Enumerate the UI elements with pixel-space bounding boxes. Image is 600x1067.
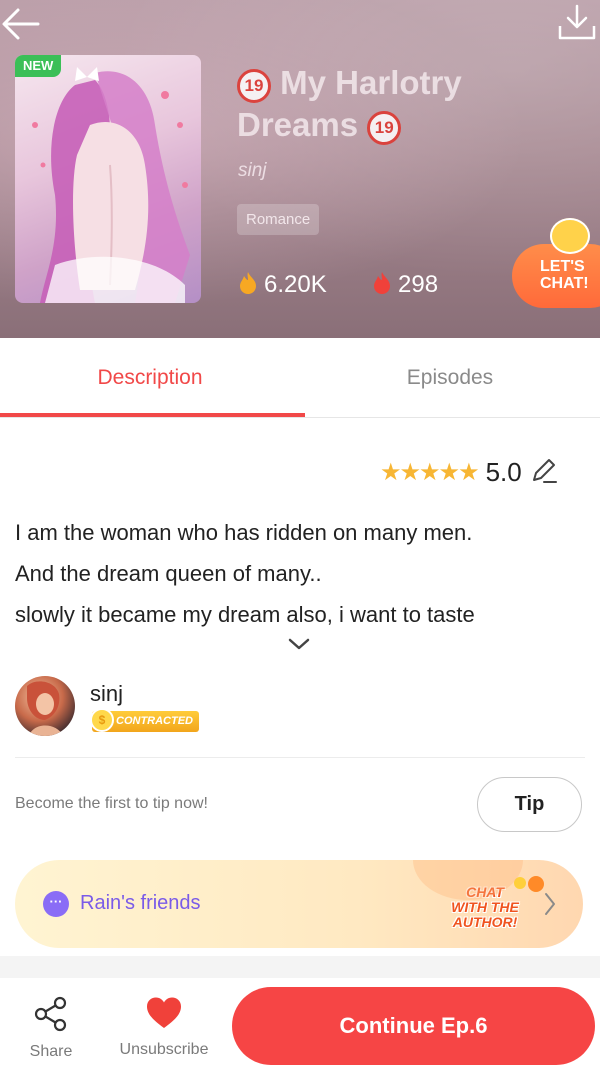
contracted-badge: $ CONTRACTED xyxy=(90,708,199,732)
views-count: 6.20K xyxy=(264,271,327,298)
chat-emoji-icon xyxy=(550,218,590,254)
synopsis-line: I am the woman who has ridden on many me… xyxy=(15,520,473,545)
rating-value: 5.0 xyxy=(485,456,522,487)
chat-author-line: WITH THE xyxy=(451,899,519,915)
share-icon xyxy=(34,996,67,1032)
synopsis-line: And the dream queen of many.. xyxy=(15,561,322,586)
comic-title: 19 My Harlotry Dreams 19 xyxy=(237,62,537,146)
section-separator xyxy=(0,956,600,978)
share-button[interactable]: Share xyxy=(20,978,82,1061)
chevron-right-icon xyxy=(543,891,557,922)
author-name[interactable]: sinj xyxy=(90,681,123,707)
age-rating-badge: 19 xyxy=(237,69,271,103)
active-tab-indicator xyxy=(0,413,305,417)
chat-author-line: CHAT xyxy=(466,884,504,900)
likes-count: 298 xyxy=(398,271,439,298)
title-line-2: Dreams xyxy=(237,106,359,143)
chat-dots-icon: ··· xyxy=(43,891,69,917)
divider xyxy=(15,757,585,758)
rating-stars: ★★★★★ xyxy=(380,458,480,486)
unsubscribe-button[interactable]: Unsubscribe xyxy=(108,978,220,1059)
comic-header: NEW 19 My Harlotry Dreams 19 sinj Romanc… xyxy=(0,0,600,338)
tab-description[interactable]: Description xyxy=(0,338,300,418)
title-line-1: My Harlotry xyxy=(280,64,462,101)
views-stat: 6.20K xyxy=(238,270,327,300)
rating: ★★★★★ 5.0 xyxy=(380,455,558,489)
age-rating-badge-2: 19 xyxy=(367,111,402,145)
back-arrow-icon[interactable] xyxy=(0,4,44,44)
tip-button[interactable]: Tip xyxy=(477,777,582,832)
flame-icon xyxy=(238,271,258,303)
like-flame-icon xyxy=(372,271,392,303)
likes-stat: 298 xyxy=(372,270,438,300)
expand-chevron-icon[interactable] xyxy=(287,636,311,657)
synopsis-line: slowly it became my dream also, i want t… xyxy=(15,602,475,627)
tip-prompt: Become the first to tip now! xyxy=(15,795,208,812)
lets-chat-button[interactable]: LET'S CHAT! xyxy=(512,244,600,308)
new-badge: NEW xyxy=(15,55,62,77)
chat-line-2: CHAT! xyxy=(540,275,589,292)
chat-author-line: AUTHOR! xyxy=(452,914,518,930)
bottom-action-bar: Share Unsubscribe Continue Ep.6 xyxy=(0,978,600,1067)
heart-icon xyxy=(147,997,181,1028)
speech-bubbles-icon xyxy=(510,873,546,900)
contracted-label: CONTRACTED xyxy=(116,715,193,727)
header-author[interactable]: sinj xyxy=(238,160,267,182)
author-avatar[interactable] xyxy=(15,676,75,736)
rains-friends-banner[interactable]: ··· Rain's friends CHAT WITH THE AUTHOR! xyxy=(15,860,583,948)
chat-line-1: LET'S xyxy=(540,258,585,275)
share-label: Share xyxy=(29,1043,73,1060)
tab-episodes[interactable]: Episodes xyxy=(300,338,600,418)
genre-tag[interactable]: Romance xyxy=(237,204,320,235)
edit-pencil-icon[interactable] xyxy=(530,456,558,489)
download-icon[interactable] xyxy=(556,2,598,42)
cover-image[interactable] xyxy=(15,55,201,303)
rains-friends-label: Rain's friends xyxy=(80,892,201,914)
coin-medal-icon: $ xyxy=(90,708,114,732)
synopsis: I am the woman who has ridden on many me… xyxy=(15,512,585,635)
unsubscribe-label: Unsubscribe xyxy=(119,1041,209,1058)
tab-bar: Description Episodes xyxy=(0,338,600,418)
continue-episode-button[interactable]: Continue Ep.6 xyxy=(232,987,595,1065)
